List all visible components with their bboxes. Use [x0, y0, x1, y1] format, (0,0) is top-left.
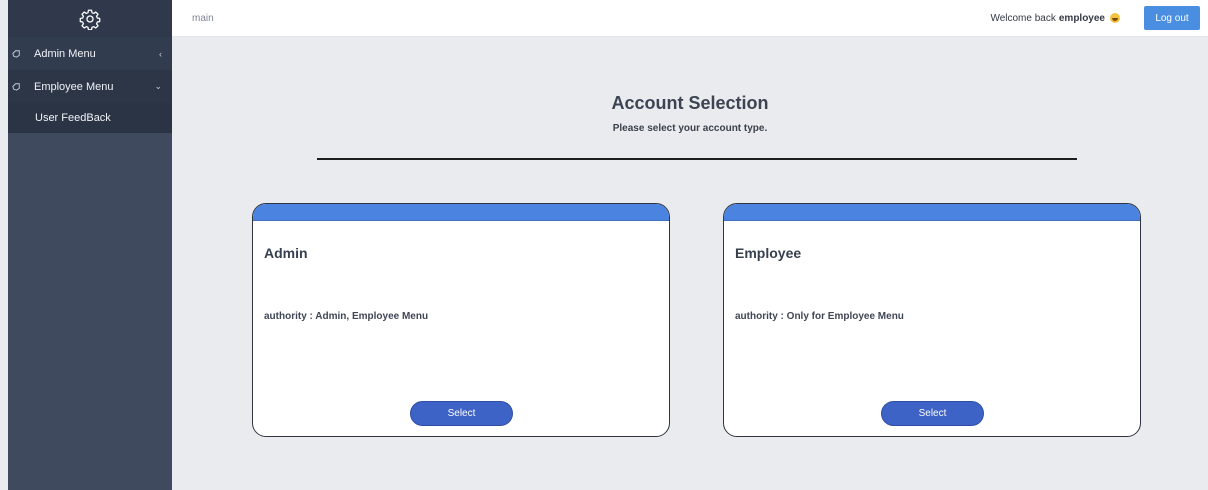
smiley-icon: [1110, 13, 1120, 23]
welcome-prefix: Welcome back: [990, 12, 1056, 24]
card-authority: authority : Admin, Employee Menu: [264, 311, 429, 322]
sidebar-item-label: Employee Menu: [34, 80, 114, 93]
select-employee-button[interactable]: Select: [881, 401, 984, 426]
account-card-employee: Employee authority : Only for Employee M…: [723, 203, 1141, 437]
sidebar-item-employee-menu[interactable]: Employee Menu ⌄: [8, 70, 172, 103]
app-root: Admin Menu ‹ Employee Menu ⌄ User FeedBa…: [0, 0, 1208, 490]
hand-icon: [10, 48, 22, 60]
hand-icon: [10, 81, 22, 93]
chevron-down-icon: ⌄: [154, 81, 162, 91]
sidebar-item-admin-menu[interactable]: Admin Menu ‹: [8, 37, 172, 70]
account-card-admin: Admin authority : Admin, Employee Menu S…: [252, 203, 670, 437]
employee-submenu: User FeedBack: [8, 103, 172, 133]
select-admin-button[interactable]: Select: [410, 401, 513, 426]
logout-button[interactable]: Log out: [1144, 6, 1200, 30]
card-title: Employee: [735, 245, 802, 261]
sidebar-logo[interactable]: [8, 0, 172, 37]
username: employee: [1058, 12, 1105, 24]
card-header: [724, 204, 1140, 221]
chevron-left-icon: ‹: [159, 48, 162, 59]
page-subtitle: Please select your account type.: [612, 123, 768, 134]
divider: [317, 158, 1077, 160]
top-header: main Welcome back employee Log out: [172, 0, 1208, 37]
card-header: [253, 204, 669, 221]
main-content: Account Selection Please select your acc…: [172, 37, 1208, 490]
page-title: Account Selection: [611, 93, 769, 113]
card-authority: authority : Only for Employee Menu: [735, 311, 904, 322]
breadcrumb[interactable]: main: [192, 13, 214, 24]
sidebar-item-label: Admin Menu: [34, 47, 96, 60]
sidebar: Admin Menu ‹ Employee Menu ⌄ User FeedBa…: [8, 0, 172, 490]
gear-icon: [79, 9, 101, 30]
sidebar-item-user-feedback[interactable]: User FeedBack: [8, 103, 172, 133]
card-title: Admin: [264, 245, 308, 261]
welcome-message: Welcome back employee: [990, 13, 1120, 24]
